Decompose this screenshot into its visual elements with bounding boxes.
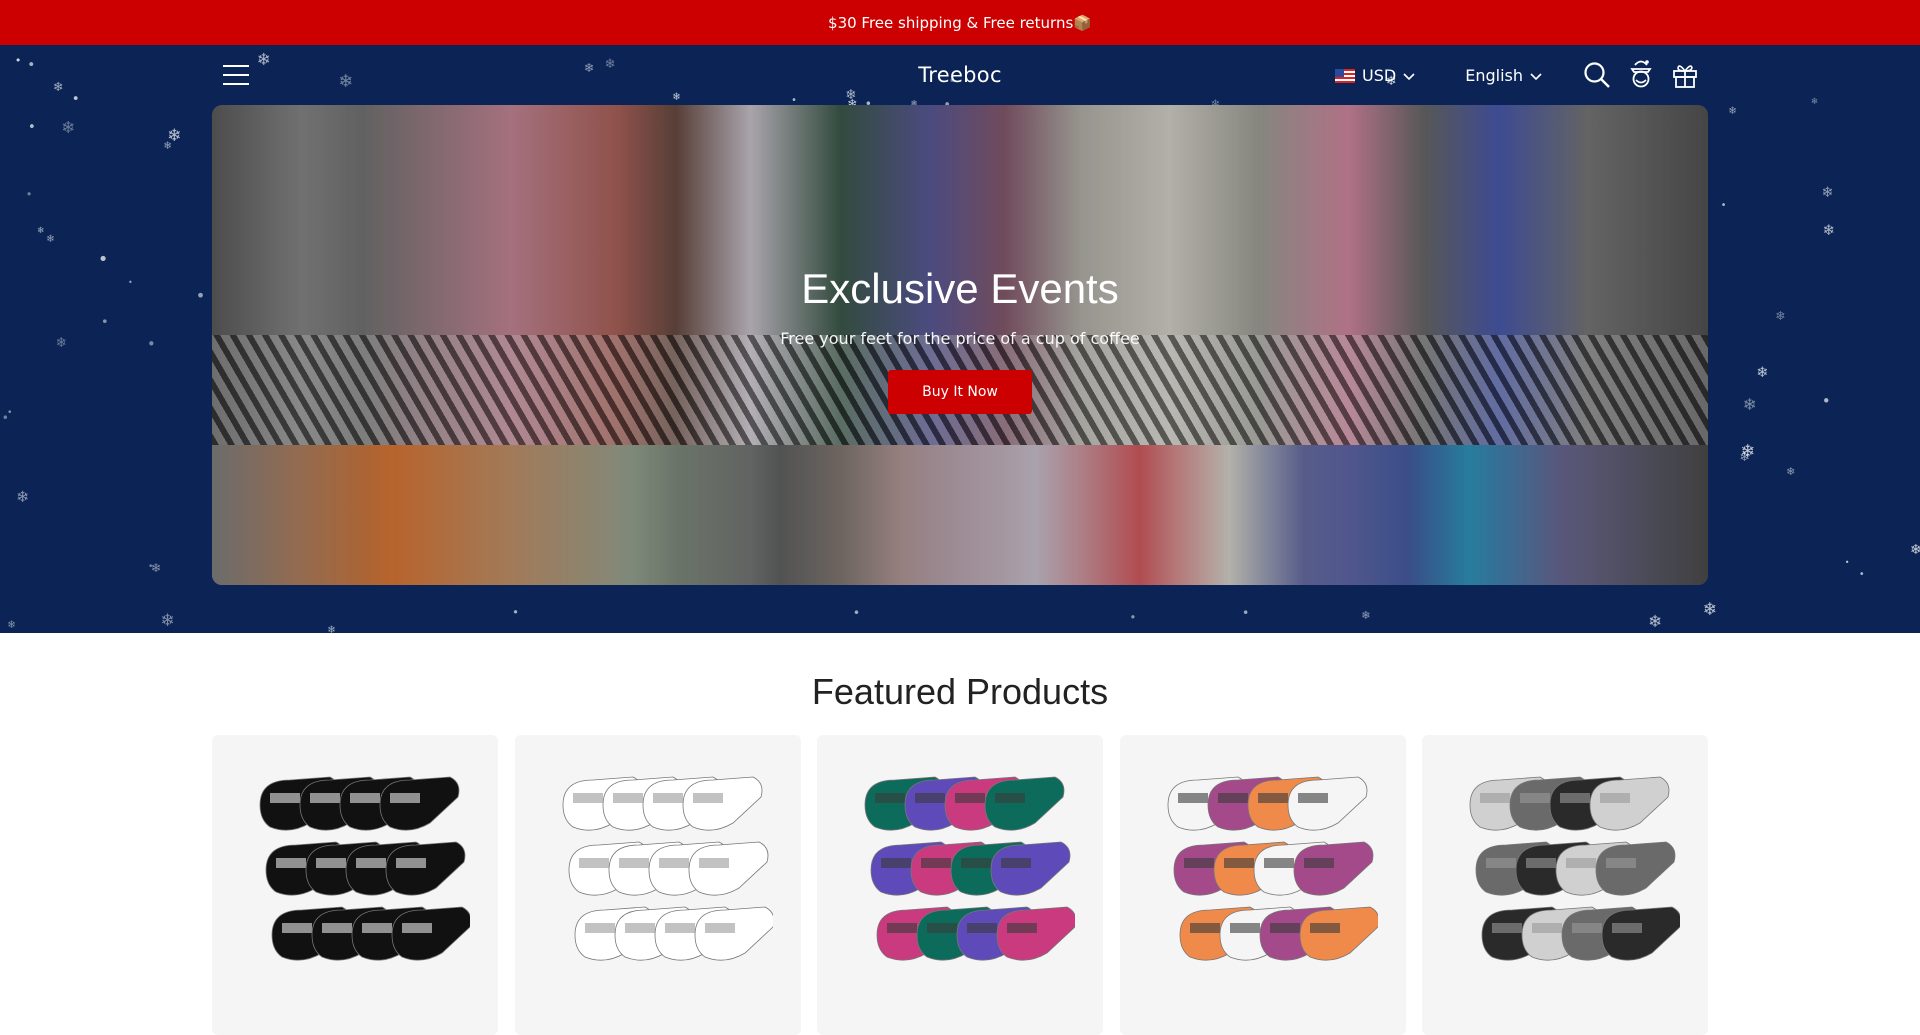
featured-products-title: Featured Products [811, 671, 1109, 712]
snowflake-icon: • [128, 277, 133, 287]
snowflake-icon: ❄ [1810, 96, 1819, 107]
hero-title: Exclusive Events [801, 265, 1119, 312]
us-flag-icon [1335, 68, 1356, 83]
snowflake-icon: ❄ [61, 117, 76, 137]
snowflake-icon: ❄ [150, 560, 161, 575]
snowflake-icon: • [28, 120, 36, 136]
snowflake-icon: ❄ [1361, 608, 1371, 623]
snowflake-icon: • [1821, 393, 1831, 411]
snowflake-icon: • [195, 285, 206, 305]
snowflake-icon: • [25, 188, 33, 202]
chevron-down-icon [1530, 66, 1542, 85]
snowflake-icon: • [1858, 569, 1865, 581]
product-card[interactable] [1119, 735, 1406, 1035]
snowflake-icon: • [1720, 199, 1727, 211]
hero-section: ❄•❄•❄❄••❄❄•❄••••❄❄•❄❄❄❄❄❄❄❄❄❄❄❄••❄❄❄••••… [0, 45, 1920, 633]
snowflake-icon: • [852, 605, 861, 620]
search-icon[interactable] [1580, 58, 1614, 92]
sock-shape [1287, 776, 1367, 831]
sock-shape [385, 841, 466, 896]
snowflake-icon: ❄ [1740, 441, 1756, 462]
menu-icon[interactable] [218, 57, 254, 93]
sock-shape [996, 906, 1075, 961]
gift-icon[interactable] [1668, 58, 1702, 92]
sock-shape [1299, 906, 1378, 961]
chevron-down-icon [1403, 66, 1415, 85]
language-label: English [1465, 65, 1523, 85]
snowflake-icon: ❄ [327, 623, 336, 633]
sock-shape [984, 776, 1065, 831]
snowflake-icon: ❄ [55, 335, 67, 352]
snowflake-icon: ❄ [163, 139, 173, 152]
product-image [562, 776, 773, 961]
snowflake-icon: ❄ [1910, 541, 1920, 558]
sock-shape [1595, 841, 1676, 896]
snowflake-icon: ❄ [1775, 307, 1786, 323]
buy-now-button[interactable]: Buy It Now [888, 370, 1032, 414]
sock-shape [694, 906, 773, 961]
product-image [259, 776, 470, 961]
snowflake-icon: • [14, 53, 22, 67]
snowflake-icon: • [1844, 558, 1850, 568]
snowflake-icon: ❄ [1821, 185, 1834, 202]
product-card[interactable] [1422, 735, 1708, 1035]
snowflake-icon: ❄ [36, 226, 45, 237]
snowflake-icon: ❄ [1739, 450, 1750, 465]
product-image [1167, 776, 1378, 961]
product-image [864, 776, 1075, 961]
hero-banner: Exclusive Events Free your feet for the … [212, 105, 1708, 585]
brand-logo[interactable]: Treeboc [918, 63, 1002, 87]
snowflake-icon: • [27, 56, 36, 73]
product-card[interactable] [212, 735, 498, 1035]
snowflake-icon: ❄ [1728, 105, 1737, 117]
product-grid [212, 735, 1708, 1035]
sock-shape [688, 841, 768, 896]
product-image [1469, 776, 1680, 961]
sock-shape [1293, 841, 1373, 896]
snowflake-icon: ❄ [160, 610, 176, 631]
snowflake-icon: ❄ [167, 126, 182, 147]
snowflake-icon: • [97, 249, 109, 270]
snowflake-icon: • [512, 605, 519, 620]
snowflake-icon: ❄ [1822, 221, 1835, 239]
hero-subtitle: Free your feet for the price of a cup of… [780, 329, 1140, 348]
product-card[interactable] [817, 735, 1103, 1035]
site-header: Treeboc USD English [212, 45, 1708, 105]
snowflake-icon: • [148, 562, 154, 573]
snowflake-icon: • [147, 336, 156, 354]
sock-shape [990, 841, 1071, 896]
announcement-text: $30 Free shipping & Free returns📦 [828, 13, 1092, 32]
announcement-bar: $30 Free shipping & Free returns📦 [0, 0, 1920, 45]
snowflake-icon: ❄ [46, 234, 55, 246]
snowflake-icon: ❄ [1648, 612, 1662, 632]
snowflake-icon: • [1129, 610, 1137, 625]
sock-shape [1589, 776, 1670, 831]
snowflake-icon: ❄ [1742, 395, 1757, 415]
snowflake-icon: ❄ [1786, 464, 1796, 478]
account-icon[interactable] [1624, 58, 1658, 92]
sock-shape [391, 906, 470, 961]
snowflake-icon: ❄ [16, 487, 30, 506]
currency-selector[interactable]: USD [1335, 66, 1415, 85]
sock-shape [379, 776, 460, 831]
snowflake-icon: • [1, 410, 9, 425]
snowflake-icon: ❄ [1756, 364, 1769, 381]
snowflake-icon: ❄ [52, 78, 64, 94]
snowflake-icon: ❄ [7, 619, 16, 632]
currency-label: USD [1362, 65, 1397, 85]
language-selector[interactable]: English [1465, 66, 1542, 85]
snowflake-icon: ❄ [1702, 600, 1718, 621]
sock-shape [1601, 906, 1680, 961]
product-card[interactable] [514, 735, 801, 1035]
snowflake-icon: • [100, 315, 109, 331]
snowflake-icon: • [71, 92, 80, 108]
sock-shape [682, 776, 762, 831]
snowflake-icon: • [1242, 605, 1250, 620]
snowflake-icon: • [7, 408, 13, 419]
